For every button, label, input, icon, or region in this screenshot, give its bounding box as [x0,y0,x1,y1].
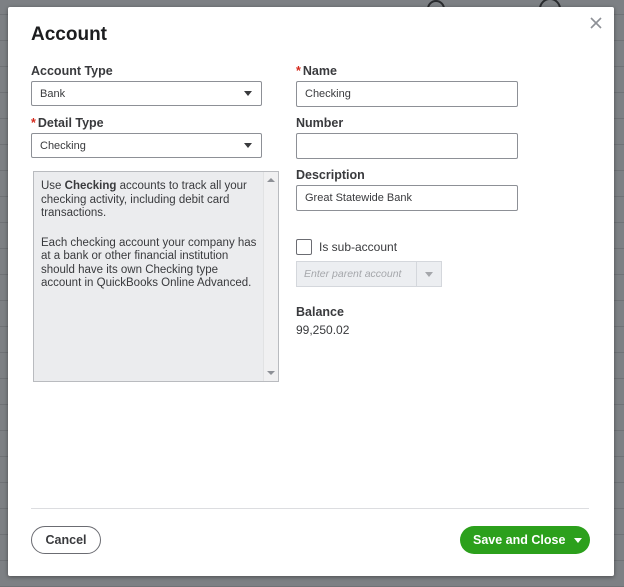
sub-account-checkbox[interactable] [296,239,312,255]
account-type-label: Account Type [31,64,113,78]
select-divider [416,262,417,286]
account-type-select[interactable]: Bank [31,81,262,106]
sub-account-label[interactable]: Is sub-account [319,240,397,254]
parent-account-placeholder: Enter parent account [304,268,402,280]
name-input[interactable] [296,81,518,107]
dialog-title: Account [31,24,107,45]
detail-type-value: Checking [40,140,86,152]
detail-type-select[interactable]: Checking [31,133,262,158]
help-scrollbar[interactable] [263,172,278,381]
help-paragraph-1: Use Checking accounts to track all your … [41,180,259,221]
help-text-prefix: Use [41,180,65,192]
scroll-down-icon[interactable] [267,371,275,375]
detail-type-label-text: Detail Type [37,116,104,130]
name-label: * Name [296,64,337,78]
detail-type-label: * Detail Type [31,116,104,130]
account-dialog: Account Account Type Bank * Detail Type C… [8,7,614,576]
balance-value: 99,250.02 [296,323,350,337]
footer-divider [31,508,589,509]
scroll-up-icon[interactable] [267,178,275,182]
detail-type-help-box: Use Checking accounts to track all your … [33,171,279,382]
balance-label: Balance [296,305,344,319]
number-input[interactable] [296,133,518,159]
save-and-close-button[interactable]: Save and Close [460,526,590,554]
help-text: Use Checking accounts to track all your … [41,180,259,307]
help-text-bold: Checking [64,180,117,192]
account-type-value: Bank [40,88,66,100]
required-indicator: * [31,116,36,130]
save-and-close-label: Save and Close [473,533,566,547]
required-indicator: * [296,64,301,78]
description-input[interactable] [296,185,518,211]
help-paragraph-2: Each checking account your company has a… [41,236,257,290]
number-label: Number [296,116,344,130]
description-label: Description [296,168,365,182]
name-label-text: Name [302,64,337,78]
close-icon[interactable] [588,15,604,31]
chevron-down-icon [425,272,433,277]
chevron-down-icon[interactable] [574,538,582,543]
chevron-down-icon [244,91,252,96]
chevron-down-icon [244,143,252,148]
parent-account-select: Enter parent account [296,261,442,287]
cancel-button[interactable]: Cancel [31,526,101,554]
